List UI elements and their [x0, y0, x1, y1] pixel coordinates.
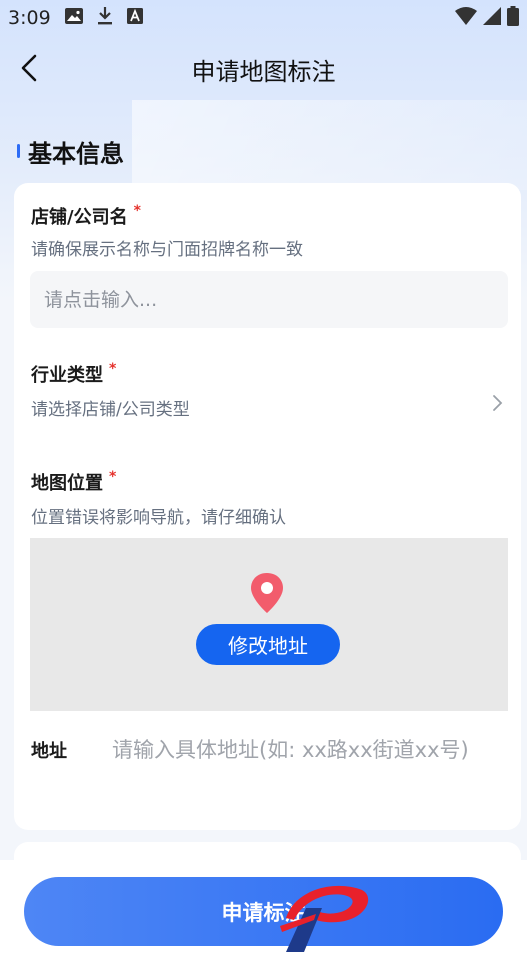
download-icon: [97, 6, 113, 30]
shop-name-label-text: 店铺/公司名: [31, 207, 128, 228]
section-title: 基本信息: [28, 140, 124, 168]
navigation-bar: 申请地图标注: [0, 40, 527, 96]
industry-label-text: 行业类型: [31, 365, 103, 386]
font-icon: [126, 7, 143, 29]
industry-selector[interactable]: 请选择店铺/公司类型: [31, 395, 491, 427]
address-input[interactable]: [112, 735, 482, 789]
required-mark: *: [133, 203, 141, 219]
section-accent-bar: [17, 144, 20, 158]
chevron-right-icon[interactable]: [491, 393, 505, 413]
image-icon: [64, 7, 83, 29]
map-pin-icon: [251, 573, 283, 613]
submit-button[interactable]: 申请标注: [24, 877, 503, 946]
wifi-icon: [455, 6, 477, 30]
industry-hint: 请选择店铺/公司类型: [31, 400, 190, 420]
location-label: 地图位置 *: [31, 469, 116, 495]
shop-name-input[interactable]: [30, 271, 508, 328]
shop-name-hint: 请确保展示名称与门面招牌名称一致: [31, 240, 303, 260]
location-label-text: 地图位置: [31, 473, 103, 494]
signal-icon: [483, 6, 501, 30]
edit-address-button[interactable]: 修改地址: [196, 624, 340, 665]
required-mark: *: [109, 469, 117, 485]
page-title: 申请地图标注: [191, 58, 336, 86]
location-hint: 位置错误将影响导航，请仔细确认: [31, 508, 286, 528]
basic-info-card: 店铺/公司名 * 请确保展示名称与门面招牌名称一致 行业类型 * 请选择店铺/公司类…: [14, 183, 521, 830]
map-preview[interactable]: 修改地址: [30, 538, 508, 711]
required-mark: *: [109, 361, 117, 377]
status-bar: 3:09: [0, 0, 527, 36]
address-label: 地址: [31, 741, 67, 762]
industry-label: 行业类型 *: [31, 361, 116, 387]
brand-logo-icon: [280, 885, 369, 952]
header-decoration: [132, 100, 527, 190]
status-time: 3:09: [8, 7, 51, 29]
shop-name-label: 店铺/公司名 *: [31, 203, 141, 229]
battery-icon: [507, 5, 519, 31]
